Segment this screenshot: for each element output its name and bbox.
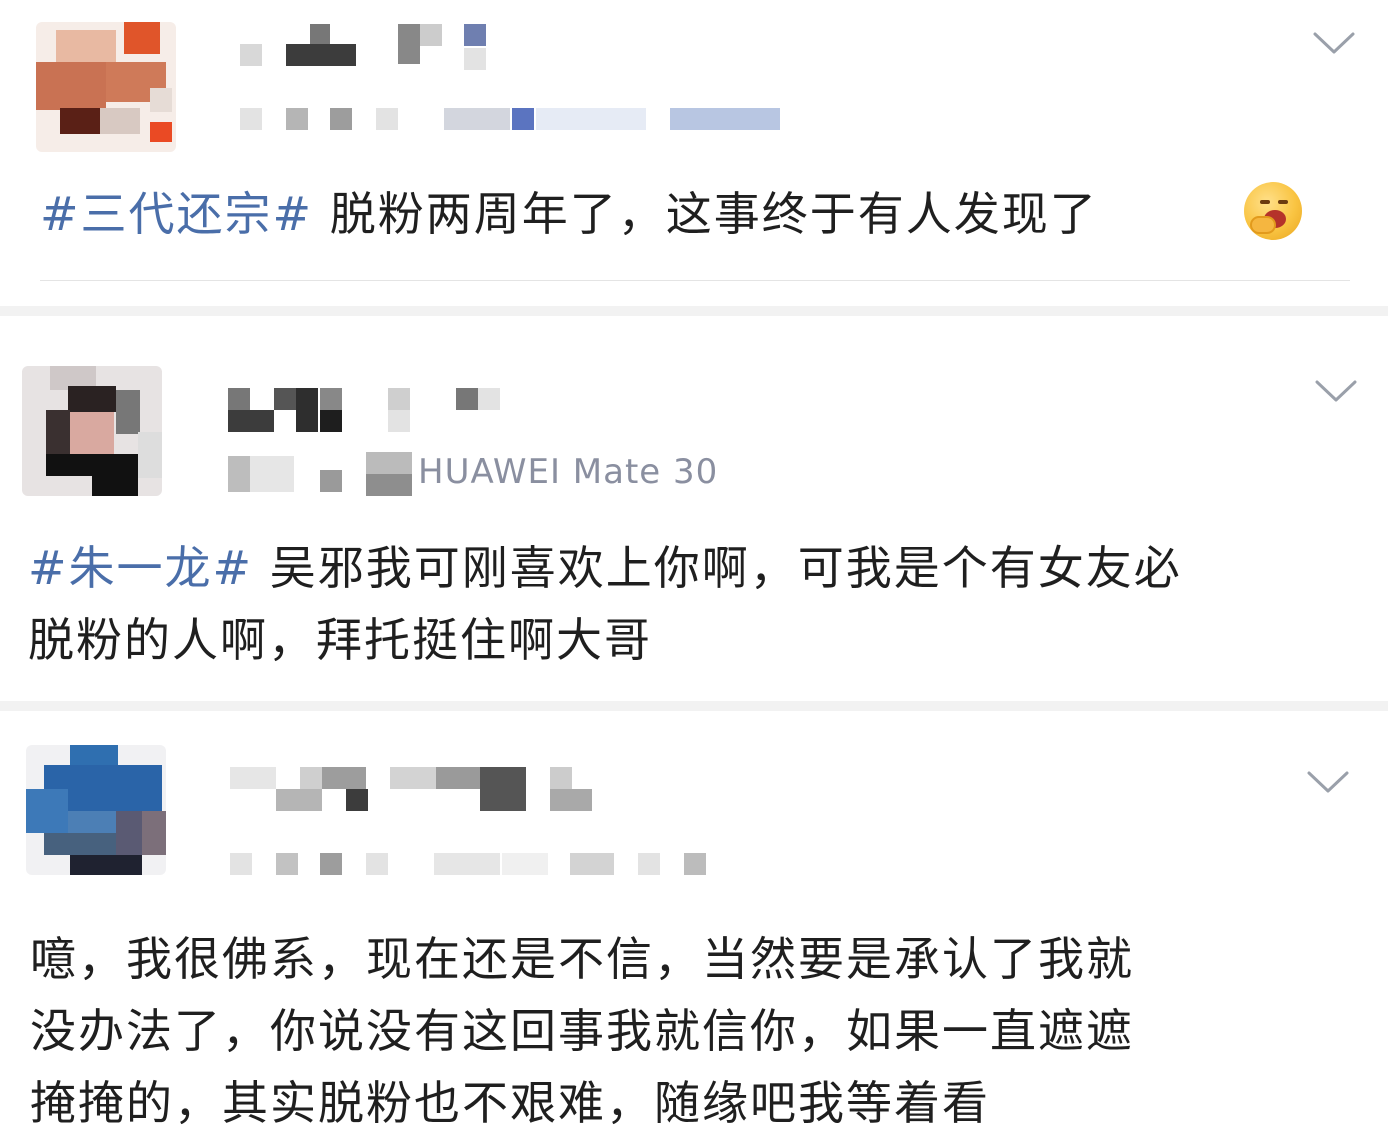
comment-content: 噫，我很佛系，现在还是不信，当然要是承认了我就 没办法了，你说没有这回事我就信你…	[30, 923, 1134, 1139]
post-meta-redacted	[240, 108, 800, 130]
hashtag-link[interactable]: #朱一龙#	[28, 541, 253, 595]
hashtag-link[interactable]: #三代还宗#	[40, 187, 313, 241]
chevron-down-icon[interactable]	[1306, 769, 1350, 795]
chevron-down-icon[interactable]	[1312, 30, 1356, 56]
avatar[interactable]	[36, 22, 176, 152]
comment-line: #朱一龙# 吴邪我可刚喜欢上你啊，可我是个有女友必	[28, 532, 1182, 604]
username-redacted[interactable]	[240, 22, 500, 70]
comment-feed: #三代还宗# 脱粉两周年了，这事终于有人发现了 HUAWEI Mate 30 #…	[0, 0, 1388, 1140]
comment-line: 没办法了，你说没有这回事我就信你，如果一直遮遮	[30, 1004, 1134, 1058]
comment-line: 掩掩的，其实脱粉也不艰难，随缘吧我等着看	[30, 1076, 990, 1130]
username-redacted[interactable]	[228, 388, 518, 432]
comment-line: 脱粉的人啊，拜托挺住啊大哥	[28, 613, 652, 667]
comment-line: 噫，我很佛系，现在还是不信，当然要是承认了我就	[30, 932, 1134, 986]
comment-card: 噫，我很佛系，现在还是不信，当然要是承认了我就 没办法了，你说没有这回事我就信你…	[0, 711, 1388, 1140]
comment-text: 脱粉两周年了，这事终于有人发现了	[313, 187, 1098, 241]
post-meta-redacted	[230, 851, 710, 877]
comment-card: HUAWEI Mate 30 #朱一龙# 吴邪我可刚喜欢上你啊，可我是个有女友必…	[0, 316, 1388, 701]
device-label: HUAWEI Mate 30	[418, 452, 719, 492]
card-separator	[0, 701, 1388, 711]
avatar[interactable]	[26, 745, 166, 875]
comment-content: #三代还宗# 脱粉两周年了，这事终于有人发现了	[40, 178, 1098, 250]
username-redacted[interactable]	[230, 767, 610, 811]
comment-card: #三代还宗# 脱粉两周年了，这事终于有人发现了	[0, 0, 1388, 306]
comment-text: 吴邪我可刚喜欢上你啊，可我是个有女友必	[253, 541, 1182, 595]
yawning-face-icon	[1244, 182, 1302, 240]
card-separator	[0, 306, 1388, 316]
divider	[40, 280, 1350, 281]
comment-content: #朱一龙# 吴邪我可刚喜欢上你啊，可我是个有女友必 脱粉的人啊，拜托挺住啊大哥	[28, 532, 1182, 676]
avatar[interactable]	[22, 366, 162, 496]
chevron-down-icon[interactable]	[1314, 378, 1358, 404]
